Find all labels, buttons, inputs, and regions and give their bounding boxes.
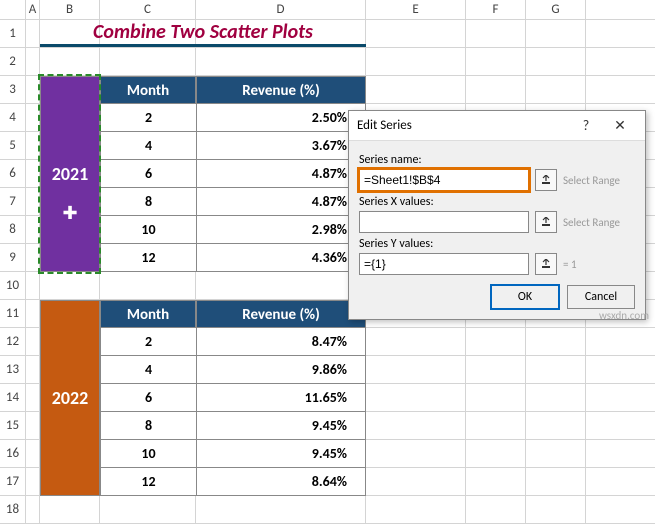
th-revenue[interactable]: Revenue (%) <box>196 300 366 328</box>
row-header[interactable]: 15 <box>0 412 26 440</box>
row-header[interactable]: 11 <box>0 300 26 328</box>
row-header[interactable]: 10 <box>0 272 26 300</box>
table-row[interactable]: 89.45% <box>100 412 366 440</box>
table-row[interactable]: 28.47% <box>100 328 366 356</box>
cell-revenue[interactable]: 11.65% <box>196 384 366 412</box>
cell-revenue[interactable]: 9.45% <box>196 440 366 468</box>
col-header-b[interactable]: B <box>40 0 100 19</box>
cell-month[interactable]: 6 <box>100 384 196 412</box>
cell-month[interactable]: 4 <box>100 356 196 384</box>
row-header[interactable]: 5 <box>0 132 26 160</box>
cell-month[interactable]: 12 <box>100 468 196 496</box>
col-header-a[interactable]: A <box>26 0 40 19</box>
edit-series-dialog: Edit Series ? ✕ Series name: Select Rang… <box>348 110 646 320</box>
row-header[interactable]: 3 <box>0 76 26 104</box>
table-row[interactable]: 49.86% <box>100 356 366 384</box>
table-2022: 2022 Month Revenue (%) 28.47%49.86%611.6… <box>40 300 366 496</box>
select-all-corner[interactable] <box>0 0 26 19</box>
cell-revenue[interactable]: 8.47% <box>196 328 366 356</box>
cell-revenue[interactable]: 8.64% <box>196 468 366 496</box>
cell-month[interactable]: 10 <box>100 216 196 244</box>
range-picker-button[interactable] <box>535 169 557 191</box>
table-row[interactable]: 128.64% <box>100 468 366 496</box>
dialog-titlebar[interactable]: Edit Series ? ✕ <box>349 111 645 141</box>
table-row[interactable]: 84.87% <box>100 188 366 216</box>
col-header-d[interactable]: D <box>196 0 366 19</box>
col-header-c[interactable]: C <box>100 0 196 19</box>
col-header-f[interactable]: F <box>466 0 526 19</box>
label-series-name: Series name: <box>359 153 635 167</box>
row-header[interactable]: 8 <box>0 216 26 244</box>
help-button[interactable]: ? <box>569 113 603 139</box>
table-row[interactable]: 102.98% <box>100 216 366 244</box>
cell-month[interactable]: 8 <box>100 188 196 216</box>
year-cell-2021[interactable]: 2021 <box>40 76 100 272</box>
cell-revenue[interactable]: 9.86% <box>196 356 366 384</box>
cell-revenue[interactable]: 4.87% <box>196 160 366 188</box>
row-header[interactable]: 12 <box>0 328 26 356</box>
cell-revenue[interactable]: 4.36% <box>196 244 366 272</box>
table-row[interactable]: 611.65% <box>100 384 366 412</box>
cell-month[interactable]: 8 <box>100 412 196 440</box>
cell-month[interactable]: 2 <box>100 104 196 132</box>
th-month[interactable]: Month <box>100 300 196 328</box>
table-row[interactable]: 109.45% <box>100 440 366 468</box>
row-header[interactable]: 18 <box>0 496 26 524</box>
row-header[interactable]: 2 <box>0 48 26 76</box>
series-x-input[interactable] <box>359 211 529 233</box>
label-series-x: Series X values: <box>359 195 635 209</box>
close-button[interactable]: ✕ <box>603 113 637 139</box>
th-month[interactable]: Month <box>100 76 196 104</box>
cell-month[interactable]: 2 <box>100 328 196 356</box>
series-name-input[interactable] <box>359 169 529 191</box>
range-picker-button[interactable] <box>535 253 557 275</box>
page-title: Combine Two Scatter Plots <box>40 20 366 47</box>
cell-revenue[interactable]: 9.45% <box>196 412 366 440</box>
cell-revenue[interactable]: 3.67% <box>196 132 366 160</box>
watermark: wsxdn.com <box>599 309 649 322</box>
label-series-y: Series Y values: <box>359 237 635 251</box>
row-header[interactable]: 6 <box>0 160 26 188</box>
cell-revenue[interactable]: 4.87% <box>196 188 366 216</box>
hint-text: = 1 <box>563 258 635 271</box>
cancel-button[interactable]: Cancel <box>567 285 635 309</box>
hint-text: Select Range <box>563 216 635 229</box>
column-headers: A B C D E F G <box>0 0 655 20</box>
row-header[interactable]: 14 <box>0 384 26 412</box>
row-headers: 1 2 3 4 5 6 7 8 9 10 11 12 13 14 15 16 1… <box>0 20 26 524</box>
cell-month[interactable]: 6 <box>100 160 196 188</box>
ok-button[interactable]: OK <box>491 285 559 309</box>
table-row[interactable]: 64.87% <box>100 160 366 188</box>
row-header[interactable]: 9 <box>0 244 26 272</box>
row-header[interactable]: 4 <box>0 104 26 132</box>
table-row[interactable]: 124.36% <box>100 244 366 272</box>
series-y-input[interactable] <box>359 253 529 275</box>
cell-revenue[interactable]: 2.98% <box>196 216 366 244</box>
row-header[interactable]: 16 <box>0 440 26 468</box>
cell-revenue[interactable]: 2.50% <box>196 104 366 132</box>
th-revenue[interactable]: Revenue (%) <box>196 76 366 104</box>
table-2021: 2021 Month Revenue (%) 22.50%43.67%64.87… <box>40 76 366 272</box>
cell-month[interactable]: 10 <box>100 440 196 468</box>
hint-text: Select Range <box>563 174 635 187</box>
range-picker-button[interactable] <box>535 211 557 233</box>
row-header[interactable]: 1 <box>0 20 26 48</box>
row-header[interactable]: 7 <box>0 188 26 216</box>
table-row[interactable]: 22.50% <box>100 104 366 132</box>
cell-month[interactable]: 4 <box>100 132 196 160</box>
col-header-e[interactable]: E <box>366 0 466 19</box>
row-header[interactable]: 13 <box>0 356 26 384</box>
cell-month[interactable]: 12 <box>100 244 196 272</box>
dialog-title: Edit Series <box>357 118 569 133</box>
row-header[interactable]: 17 <box>0 468 26 496</box>
table-row[interactable]: 43.67% <box>100 132 366 160</box>
year-cell-2022[interactable]: 2022 <box>40 300 100 496</box>
col-header-g[interactable]: G <box>526 0 586 19</box>
